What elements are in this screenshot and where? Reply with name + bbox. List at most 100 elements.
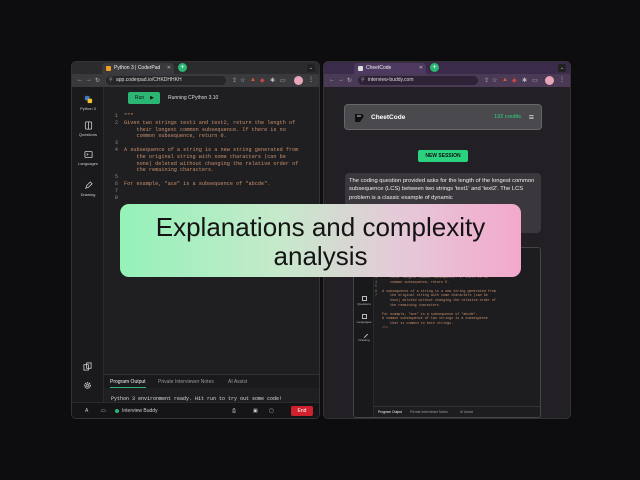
- caption-line-2: analysis: [273, 241, 368, 271]
- profile-avatar[interactable]: [545, 76, 554, 85]
- settings-gear-icon[interactable]: [83, 381, 92, 390]
- rail-label: Questions: [78, 132, 97, 137]
- caption-line-1: Explanations and complexity: [155, 212, 486, 242]
- line-number: 6: [114, 181, 118, 187]
- screenshot-line-number: 7: [375, 294, 378, 299]
- extensions-icon[interactable]: ✱: [522, 77, 527, 84]
- site-info-icon[interactable]: ⚲: [109, 76, 113, 85]
- online-indicator-icon: [115, 408, 119, 413]
- line-number: 4: [114, 147, 118, 153]
- coderpad-favicon-icon: [106, 66, 111, 71]
- close-tab-icon[interactable]: ✕: [167, 63, 171, 74]
- sidebar-icon[interactable]: ▭: [280, 77, 286, 84]
- forward-icon[interactable]: →: [86, 77, 92, 83]
- screenshot-output-tabs: Program Output Private Interviewer Notes…: [374, 406, 540, 417]
- run-button[interactable]: Run ▶: [128, 92, 160, 104]
- reload-icon[interactable]: ↻: [95, 77, 100, 84]
- code-line: their longest common subsequence. If the…: [124, 126, 286, 133]
- extension-icon[interactable]: ▲: [502, 77, 508, 83]
- extensions-icon[interactable]: ✱: [270, 77, 275, 84]
- rail-item-languages[interactable]: Languages: [72, 150, 104, 166]
- line-number: 5: [114, 174, 118, 181]
- rail-label: Drawing: [358, 338, 370, 342]
- share-screen-icon[interactable]: ⎙: [232, 408, 236, 414]
- share-icon[interactable]: ⇪: [232, 77, 237, 84]
- browser-tab[interactable]: CheetCode ✕: [354, 63, 426, 74]
- line-number: 7: [114, 187, 118, 194]
- code-line: """: [124, 113, 134, 119]
- address-bar[interactable]: ⚲ app.coderpad.io/CHKDHHKH: [106, 76, 226, 85]
- notification-icon[interactable]: ▣: [253, 408, 258, 414]
- extension-icon[interactable]: ▲: [250, 77, 256, 83]
- code-line: For example, "ace" is a subsequence of "…: [124, 181, 271, 187]
- url-text: interview-buddy.com: [368, 77, 414, 83]
- tab-interviewer-notes[interactable]: Private Interviewer Notes: [158, 379, 214, 385]
- tab-ai-assist[interactable]: AI Assist: [228, 379, 247, 385]
- line-number: 8: [114, 194, 118, 201]
- profile-avatar[interactable]: [294, 76, 303, 85]
- tab-search-icon[interactable]: ⌄: [307, 64, 315, 72]
- close-tab-icon[interactable]: ✕: [419, 63, 423, 74]
- sidebar-icon[interactable]: ▭: [532, 77, 538, 84]
- line-number: 3: [114, 140, 118, 147]
- new-tab-button[interactable]: +: [178, 63, 187, 72]
- browser-tab[interactable]: Python 3 | CoderPad ✕: [102, 63, 174, 74]
- code-line: Given two strings text1 and text2, retur…: [124, 119, 296, 126]
- tab-program-output[interactable]: Program Output: [110, 379, 146, 388]
- output-tabs: Program Output Private Interviewer Notes…: [104, 374, 319, 388]
- video-icon[interactable]: ▭: [101, 408, 106, 414]
- screenshot-rail-item: Languages: [354, 314, 374, 324]
- forward-icon[interactable]: →: [338, 77, 344, 83]
- chat-icon[interactable]: ▢: [269, 408, 274, 414]
- left-rail: Python 3 Questions Languages Drawing: [72, 87, 104, 402]
- bookmark-icon[interactable]: ☆: [240, 77, 245, 84]
- bookmark-icon[interactable]: ☆: [492, 77, 497, 84]
- address-toolbar: ← → ↻ ⚲ interview-buddy.com ⇪ ☆ ▲ ◆ ✱ ▭ …: [324, 74, 570, 87]
- questions-icon: [84, 121, 92, 130]
- new-session-button[interactable]: NEW SESSION: [418, 150, 468, 162]
- new-tab-button[interactable]: +: [430, 63, 439, 72]
- cheetcode-favicon-icon: [358, 66, 363, 71]
- address-bar[interactable]: ⚲ interview-buddy.com: [358, 76, 478, 85]
- back-icon[interactable]: ←: [329, 77, 335, 83]
- address-toolbar: ← → ↻ ⚲ app.coderpad.io/CHKDHHKH ⇪ ☆ ▲ ◆…: [72, 74, 319, 87]
- pencil-icon: [360, 330, 368, 339]
- rail-item-drawing[interactable]: Drawing: [72, 181, 104, 197]
- site-info-icon[interactable]: ⚲: [361, 76, 365, 85]
- assistant-message-text: The coding question provided asks for th…: [349, 178, 535, 201]
- end-button[interactable]: End: [291, 406, 313, 416]
- credits-badge: 192 credits: [494, 114, 521, 120]
- browser-menu-icon[interactable]: ⋮: [308, 76, 314, 83]
- share-icon[interactable]: ⇪: [484, 77, 489, 84]
- screenshot-code: their longest common subsequence. If the…: [382, 276, 536, 331]
- screenshot-line-numbers: 34 56 7: [375, 276, 377, 299]
- tab-title: CheetCode: [366, 65, 392, 71]
- extension-icon[interactable]: ◆: [260, 77, 265, 84]
- rail-item-questions[interactable]: Questions: [72, 121, 104, 137]
- extension-icon[interactable]: ◆: [512, 77, 517, 84]
- brand-name: CheetCode: [371, 114, 406, 121]
- tab-search-icon[interactable]: ⌄: [558, 64, 566, 72]
- back-icon[interactable]: ←: [77, 77, 83, 83]
- python-icon: [84, 95, 92, 104]
- languages-icon: [83, 150, 93, 159]
- reload-icon[interactable]: ↻: [347, 77, 352, 84]
- caption-overlay: Explanations and complexity analysis: [120, 204, 521, 277]
- screenshot-tab: AI Assist: [460, 410, 474, 414]
- code-line: common subsequence, return 0.: [124, 133, 227, 140]
- copy-icon[interactable]: [83, 362, 92, 371]
- rail-label: Questions: [357, 302, 371, 306]
- browser-menu-icon[interactable]: ⋮: [559, 76, 565, 83]
- code-line: the original string with some characters…: [124, 153, 286, 160]
- code-line: A subsequence of a string is a new strin…: [124, 147, 299, 153]
- hamburger-menu-icon[interactable]: ≡: [529, 112, 534, 122]
- rail-item-python[interactable]: Python 3: [72, 95, 104, 111]
- line-number: 2: [114, 119, 118, 126]
- app-header: CheetCode 192 credits ≡: [344, 104, 542, 130]
- screenshot-tab: Private Interviewer Notes: [410, 410, 448, 414]
- screenshot-rail-item: Drawing: [354, 330, 374, 342]
- pencil-icon: [84, 181, 93, 189]
- text-format-icon[interactable]: A: [85, 408, 88, 414]
- url-text: app.coderpad.io/CHKDHHKH: [116, 77, 182, 83]
- questions-icon: [361, 296, 367, 301]
